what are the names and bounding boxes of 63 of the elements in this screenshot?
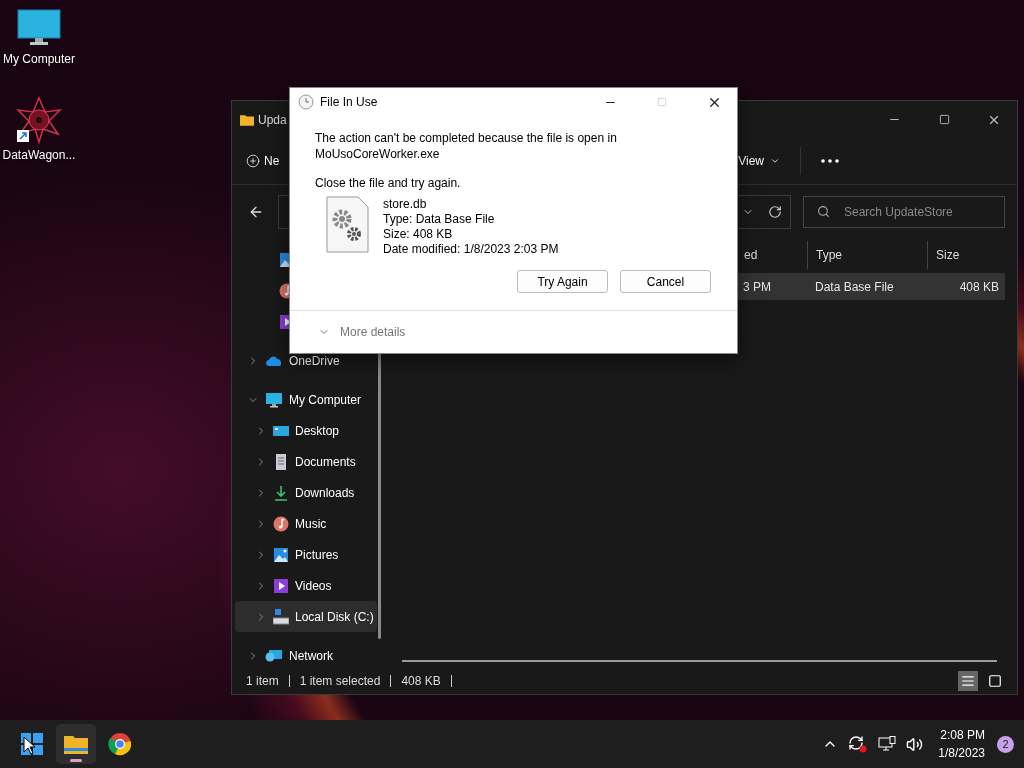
sidebar-item[interactable]: Downloads: [235, 477, 377, 508]
download-icon: [273, 484, 289, 501]
desktop-icon-label[interactable]: DataWagon...: [2, 148, 76, 162]
star-app-icon: [15, 96, 63, 144]
taskbar-app-button[interactable]: [56, 724, 96, 764]
window-title: Upda: [258, 112, 287, 127]
more-details-button[interactable]: More details: [318, 325, 406, 339]
file-detail: Size: 408 KB: [383, 227, 454, 242]
network-icon: [265, 648, 283, 663]
pictures-icon: [273, 546, 289, 563]
dialog-instruction: Close the file and try again.: [315, 176, 462, 190]
network-icon[interactable]: [878, 736, 897, 752]
monitor-icon: [265, 391, 283, 408]
refresh-icon[interactable]: [768, 205, 782, 219]
browser-icon: [108, 732, 132, 756]
sidebar-item[interactable]: Network: [235, 640, 377, 671]
search-icon: [817, 205, 830, 218]
sidebar-item[interactable]: Local Disk (C:): [235, 601, 377, 632]
chevron-down-icon[interactable]: [770, 156, 780, 166]
status-text: 408 KB: [401, 674, 441, 688]
column-header[interactable]: Type: [807, 241, 927, 269]
file-detail: Date modified: 1/8/2023 2:03 PM: [383, 242, 559, 257]
clock[interactable]: 2:08 PM 1/8/2023: [938, 728, 985, 760]
status-text: 1 item selected: [299, 674, 381, 688]
file-gears-icon: [326, 196, 369, 253]
more-dots-icon[interactable]: [821, 159, 839, 163]
folder-icon: [240, 113, 254, 126]
mouse-pointer-icon: [23, 736, 35, 755]
sidebar-item[interactable]: Pictures: [235, 539, 377, 570]
sidebar-item[interactable]: Music: [235, 508, 377, 539]
cancel-button[interactable]: Cancel: [620, 270, 711, 293]
maximize-icon[interactable]: [938, 114, 950, 125]
sync-icon[interactable]: [848, 735, 869, 753]
column-header[interactable]: Size: [927, 241, 1005, 269]
sidebar-item[interactable]: Videos: [235, 570, 377, 601]
volume-icon[interactable]: [906, 735, 924, 753]
scrollbar-thumb[interactable]: [402, 660, 997, 662]
document-icon: [273, 453, 289, 470]
table-cell-text: Data Base File: [814, 279, 895, 294]
dialog-title: File In Use: [320, 95, 378, 109]
sidebar-item[interactable]: Desktop: [235, 415, 377, 446]
videos-icon: [273, 577, 289, 594]
dialog-message: The action can't be completed because the file is open in MoUsoCoreWorker.exe: [315, 130, 618, 162]
desktop-icon-label[interactable]: My Computer: [3, 52, 75, 66]
file-detail: Type: Data Base File: [383, 212, 496, 227]
plus-circle-icon[interactable]: [246, 154, 260, 168]
sidebar-item[interactable]: My Computer: [235, 384, 377, 415]
folder-icon: [64, 734, 88, 754]
drive-icon: [273, 608, 289, 625]
file-name: store.db: [383, 197, 428, 212]
table-cell-text: 408 KB: [958, 279, 1000, 294]
cloud-icon: [265, 354, 283, 367]
running-indicator: [70, 759, 82, 762]
notification-badge[interactable]: 2: [997, 735, 1014, 753]
status-text: 1 item: [246, 674, 279, 688]
search-field[interactable]: Search UpdateStore: [803, 196, 1005, 228]
music-icon: [273, 515, 289, 532]
new-button[interactable]: Ne: [246, 150, 280, 172]
clock-icon: [298, 94, 314, 110]
table-cell-text: 3 PM: [742, 279, 772, 294]
sidebar-item[interactable]: OneDrive: [235, 345, 377, 376]
sidebar-item[interactable]: Documents: [235, 446, 377, 477]
try-again-button[interactable]: Try Again: [517, 270, 608, 293]
